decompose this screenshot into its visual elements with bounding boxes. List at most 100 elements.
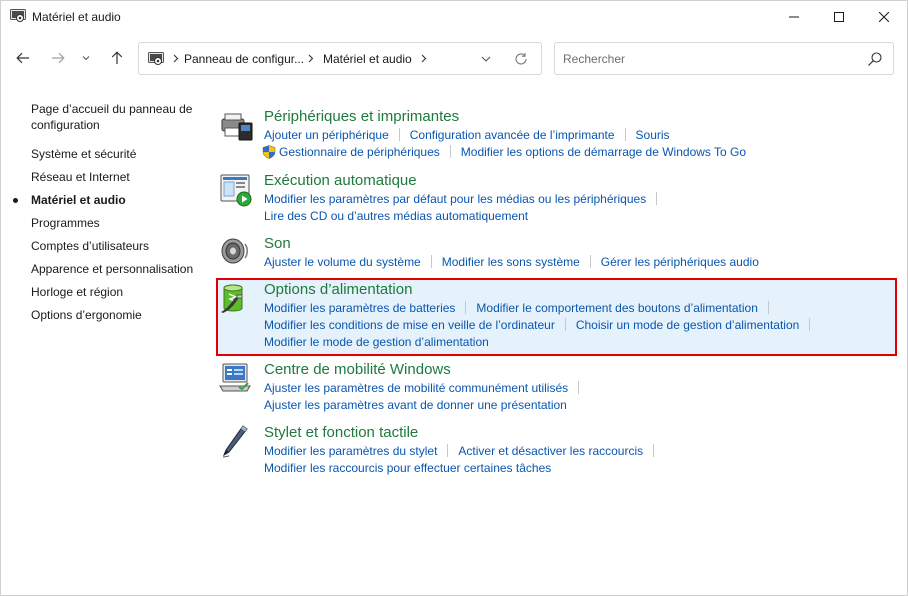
category-title[interactable]: Périphériques et imprimantes [264, 108, 459, 125]
link-separator [656, 192, 658, 205]
category-links-row: Modifier le mode de gestion d’alimentati… [264, 334, 489, 350]
uac-shield-icon [262, 145, 276, 159]
category-links-row: Gestionnaire de périphériques Modifier le… [262, 144, 746, 160]
windows-to-go-startup-link[interactable]: Modifier les options de démarrage de Win… [461, 145, 746, 159]
control-panel-window: Matériel et audio Panneau de configur...… [0, 0, 908, 596]
search-icon[interactable] [867, 51, 883, 67]
breadcrumb-separator[interactable] [419, 51, 429, 65]
minimize-icon [789, 16, 799, 17]
control-panel-icon [148, 52, 164, 65]
category-title[interactable]: Exécution automatique [264, 172, 417, 189]
link-separator [447, 444, 449, 457]
play-cd-automatically-link[interactable]: Lire des CD ou d’autres médias automatiq… [264, 209, 528, 223]
sidebar-item-control-panel-home[interactable]: Page d’accueil du panneau de configurati… [31, 101, 192, 133]
maximize-icon [834, 11, 844, 22]
add-device-link[interactable]: Ajouter un périphérique [264, 128, 389, 142]
current-page-bullet [13, 198, 18, 203]
choose-power-plan-link[interactable]: Choisir un mode de gestion d’alimentatio… [576, 318, 799, 332]
category-links-row: Modifier les conditions de mise en veill… [264, 317, 820, 333]
mouse-link[interactable]: Souris [636, 128, 670, 142]
pen-touch-icon [222, 425, 248, 458]
chevron-right-icon [308, 54, 314, 62]
category-mobility-center: Centre de mobilité Windows Ajuster les p… [219, 361, 899, 413]
category-links-row: Ajouter un périphérique Configuration ava… [264, 127, 670, 143]
sidebar-item-label: configuration [31, 118, 100, 132]
chevron-down-icon [481, 56, 491, 62]
category-title[interactable]: Options d’alimentation [264, 281, 412, 298]
minimize-button[interactable] [771, 1, 817, 32]
control-panel-icon [10, 9, 26, 22]
category-links-row: Ajuster les paramètres avant de donner u… [264, 397, 567, 413]
sidebar-item-ease-of-access[interactable]: Options d’ergonomie [31, 307, 142, 323]
refresh-button[interactable] [512, 50, 530, 68]
sleep-settings-link[interactable]: Modifier les conditions de mise en veill… [264, 318, 555, 332]
arrow-left-icon [16, 52, 29, 64]
device-manager-link[interactable]: Gestionnaire de périphériques [279, 145, 440, 159]
category-links-row: Modifier les paramètres du stylet Activer… [264, 443, 664, 459]
category-title[interactable]: Centre de mobilité Windows [264, 361, 451, 378]
system-sounds-link[interactable]: Modifier les sons système [442, 255, 580, 269]
arrow-up-icon [111, 51, 123, 64]
adjust-volume-link[interactable]: Ajuster le volume du système [264, 255, 421, 269]
category-power-options: Options d’alimentation Modifier les para… [219, 281, 899, 353]
link-separator [809, 318, 811, 331]
pen-settings-link[interactable]: Modifier les paramètres du stylet [264, 444, 437, 458]
category-links-row: Ajuster le volume du système Modifier les… [264, 254, 759, 270]
category-title[interactable]: Son [264, 235, 291, 252]
forward-button[interactable] [47, 47, 69, 69]
sidebar-item-clock-region[interactable]: Horloge et région [31, 284, 123, 300]
close-button[interactable] [861, 1, 907, 32]
category-sound: Son Ajuster le volume du système Modifier… [219, 235, 899, 271]
chevron-right-icon [421, 54, 427, 62]
edit-power-plan-link[interactable]: Modifier le mode de gestion d’alimentati… [264, 335, 489, 349]
category-pen-touch: Stylet et fonction tactile Modifier les … [219, 424, 899, 476]
link-separator [624, 128, 626, 141]
link-separator [578, 381, 580, 394]
sidebar-item-user-accounts[interactable]: Comptes d’utilisateurs [31, 238, 149, 254]
sidebar-item-label: Page d’accueil du panneau de [31, 102, 193, 116]
address-history-button[interactable] [477, 51, 495, 67]
link-separator [449, 145, 451, 158]
recent-locations-button[interactable] [77, 47, 95, 69]
advanced-printer-setup-link[interactable]: Configuration avancée de l’imprimante [410, 128, 615, 142]
back-button[interactable] [12, 47, 34, 69]
refresh-icon [515, 53, 527, 65]
breadcrumb-hardware-sound[interactable]: Matériel et audio [323, 52, 412, 66]
maximize-button[interactable] [816, 1, 862, 32]
presentation-settings-link[interactable]: Ajuster les paramètres avant de donner u… [264, 398, 567, 412]
devices-printers-icon [221, 113, 253, 141]
power-buttons-behavior-link[interactable]: Modifier le comportement des boutons d’a… [476, 301, 757, 315]
link-separator [767, 301, 769, 314]
search-box[interactable] [554, 42, 894, 75]
mobility-settings-link[interactable]: Ajuster les paramètres de mobilité commu… [264, 381, 568, 395]
link-separator [430, 255, 432, 268]
breadcrumb-separator[interactable] [306, 51, 316, 65]
sidebar-item-network-internet[interactable]: Réseau et Internet [31, 169, 130, 185]
title-bar: Matériel et audio [1, 1, 907, 32]
sidebar-item-system-security[interactable]: Système et sécurité [31, 146, 136, 162]
edit-shortcuts-link[interactable]: Modifier les raccourcis pour effectuer c… [264, 461, 551, 475]
link-separator [564, 318, 566, 331]
power-options-icon [221, 284, 243, 313]
sidebar-item-programs[interactable]: Programmes [31, 215, 100, 231]
window-title: Matériel et audio [32, 10, 121, 24]
category-links-row: Modifier les raccourcis pour effectuer c… [264, 460, 551, 476]
breadcrumb-control-panel[interactable]: Panneau de configur... [184, 52, 304, 66]
autoplay-defaults-link[interactable]: Modifier les paramètres par défaut pour … [264, 192, 646, 206]
category-devices-printers: Périphériques et imprimantes Ajouter un … [219, 108, 899, 160]
battery-settings-link[interactable]: Modifier les paramètres de batteries [264, 301, 455, 315]
sidebar-item-hardware-sound: Matériel et audio [31, 193, 126, 207]
up-button[interactable] [106, 47, 128, 69]
search-input[interactable] [563, 50, 853, 68]
autoplay-icon [220, 174, 252, 207]
toggle-shortcuts-link[interactable]: Activer et désactiver les raccourcis [458, 444, 643, 458]
category-title[interactable]: Stylet et fonction tactile [264, 424, 418, 441]
chevron-down-icon [82, 56, 90, 61]
chevron-right-icon [173, 54, 179, 62]
link-separator [465, 301, 467, 314]
manage-audio-devices-link[interactable]: Gérer les périphériques audio [601, 255, 759, 269]
breadcrumb-separator[interactable] [171, 51, 181, 65]
address-bar[interactable]: Panneau de configur... Matériel et audio [138, 42, 542, 75]
navigation-bar: Panneau de configur... Matériel et audio [1, 37, 907, 81]
sidebar-item-appearance[interactable]: Apparence et personnalisation [31, 261, 193, 277]
